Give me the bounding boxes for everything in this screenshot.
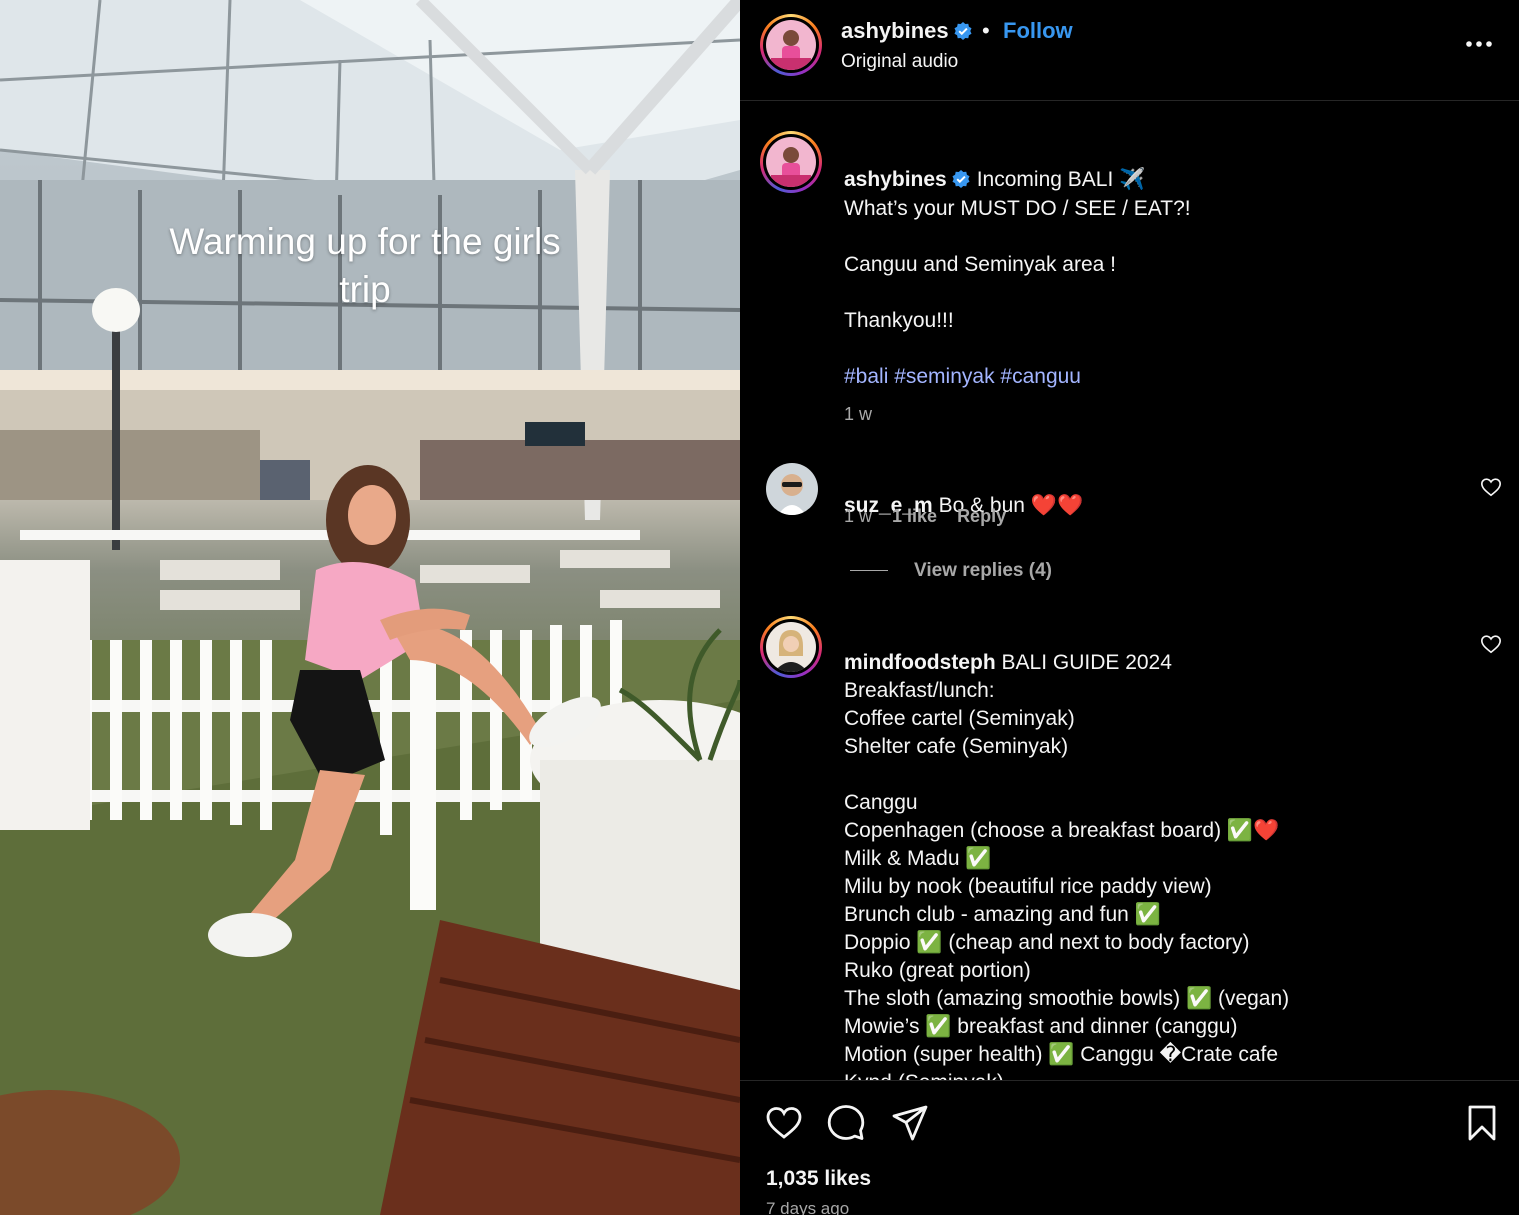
caption-verified-badge-icon <box>952 170 970 188</box>
comments-list[interactable]: ashybines Incoming BALI ✈️ What’s your MU… <box>740 101 1519 1080</box>
author-avatar[interactable] <box>760 14 822 76</box>
caption-line-3: Thankyou!!! <box>844 309 954 332</box>
audio-link[interactable]: Original audio <box>841 51 958 73</box>
caption-line-1: What’s your MUST DO / SEE / EAT?! <box>844 197 1191 220</box>
comment1-meta: 1 w 1 like Reply <box>844 506 1026 527</box>
caption-avatar-image <box>766 137 816 187</box>
author-avatar-image <box>766 20 816 70</box>
share-paper-plane-icon[interactable] <box>890 1103 930 1143</box>
caption-title-line: ashybines Incoming BALI ✈️ <box>844 138 1464 194</box>
comment2-line: Ruko (great portion) <box>844 959 1031 982</box>
comment2-line: Breakfast/lunch: <box>844 679 995 702</box>
caption-title: Incoming BALI ✈️ <box>976 168 1146 191</box>
comment2-line: Milu by nook (beautiful rice paddy view) <box>844 875 1212 898</box>
comment2-avatar[interactable] <box>760 616 822 678</box>
comment2-line: Motion (super health) ✅ Canggu �Crate ca… <box>844 1043 1279 1066</box>
comment1-likes[interactable]: 1 like <box>892 506 937 526</box>
header-username-text[interactable]: ashybines <box>841 18 949 43</box>
more-options-icon[interactable] <box>1463 30 1495 58</box>
view-replies-button[interactable]: View replies (4) <box>850 560 1052 582</box>
comment2-title: BALI GUIDE 2024 <box>1001 651 1172 674</box>
comment2-line: Coffee cartel (Seminyak) <box>844 707 1075 730</box>
comment2-like-heart-icon[interactable] <box>1480 633 1502 655</box>
comment2-avatar-image <box>766 622 816 672</box>
comment2-username[interactable]: mindfoodsteph <box>844 651 996 674</box>
comment2-line: Mowie’s ✅ breakfast and dinner (canggu) <box>844 1015 1238 1038</box>
video-overlay-caption: Warming up for the girls trip <box>169 221 561 310</box>
comment1-avatar[interactable] <box>766 463 818 515</box>
view-replies-label[interactable]: View replies (4) <box>914 560 1052 581</box>
comment2-line: The sloth (amazing smoothie bowls) ✅ (ve… <box>844 987 1290 1010</box>
header-username[interactable]: ashybines <box>841 18 973 44</box>
caption-author-avatar[interactable] <box>760 131 822 193</box>
post-header: ashybines • Follow Original audio <box>740 0 1519 101</box>
view-replies-divider <box>850 570 888 572</box>
comment1-time: 1 w <box>844 506 873 526</box>
caption-meta: 1 w <box>844 404 892 425</box>
comment2-line: Milk & Madu ✅ <box>844 847 992 870</box>
save-bookmark-icon[interactable] <box>1462 1103 1502 1143</box>
comment2-body: Breakfast/lunch: Coffee cartel (Seminyak)… <box>844 677 1464 1080</box>
header-separator: • <box>982 18 990 43</box>
post-actions-bar: 1,035 likes 7 days ago <box>740 1080 1519 1215</box>
caption-time: 1 w <box>844 404 873 424</box>
comment2-line: Kynd (Seminyak) <box>844 1069 1464 1080</box>
like-heart-icon[interactable] <box>764 1103 804 1143</box>
comment2-line: Shelter cafe (Seminyak) <box>844 735 1069 758</box>
follow-button[interactable]: Follow <box>1003 18 1073 44</box>
post-side-panel: ashybines • Follow Original audio ashybi… <box>740 0 1519 1215</box>
post-time-ago: 7 days ago <box>766 1199 850 1215</box>
comment-bubble-icon[interactable] <box>826 1103 866 1143</box>
comment2-line: Brunch club - amazing and fun ✅ <box>844 903 1161 926</box>
verified-badge-icon <box>954 22 972 40</box>
comment2-line: Copenhagen (choose a breakfast board) ✅❤… <box>844 819 1280 842</box>
comment2-line: Doppio ✅ (cheap and next to body factory… <box>844 931 1250 954</box>
comment2-title-line: mindfoodsteph BALI GUIDE 2024 <box>844 621 1464 677</box>
video-frame-illustration <box>0 0 740 1215</box>
likes-count[interactable]: 1,035 likes <box>766 1167 871 1191</box>
caption-username[interactable]: ashybines <box>844 168 947 191</box>
reel-video[interactable]: Warming up for the girls trip <box>0 0 740 1215</box>
comment1-like-heart-icon[interactable] <box>1480 476 1502 498</box>
comment2-line <box>844 761 1464 789</box>
caption-line-2: Canguu and Seminyak area ! <box>844 253 1117 276</box>
comment1-avatar-image <box>766 463 818 515</box>
caption-hashtags[interactable]: #bali #seminyak #canguu <box>844 363 1464 391</box>
comment1-reply-button[interactable]: Reply <box>957 506 1006 526</box>
comment2-line: Canggu <box>844 791 918 814</box>
